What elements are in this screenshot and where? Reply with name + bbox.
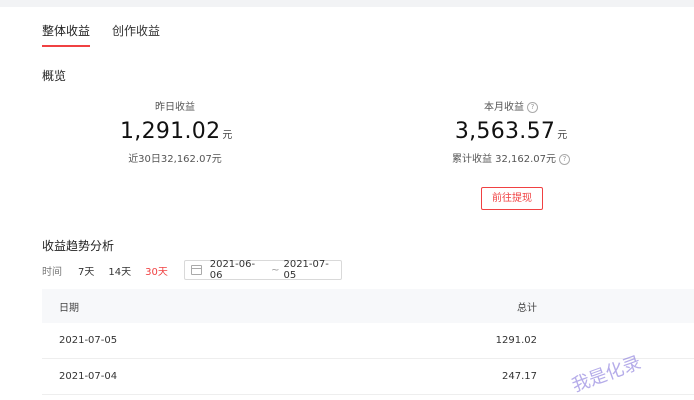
overview-title: 概览	[42, 69, 67, 83]
yesterday-revenue-label: 昨日收益	[155, 102, 195, 113]
column-header-total: 总计	[517, 302, 537, 314]
withdraw-button[interactable]: 前往提现	[481, 187, 543, 210]
row-total: 247.17	[502, 371, 537, 382]
range-14-days[interactable]: 14天	[108, 263, 131, 278]
table-header: 日期 总计	[42, 289, 694, 323]
row-date: 2021-07-05	[59, 335, 118, 346]
trend-analysis-title: 收益趋势分析	[42, 239, 115, 253]
cumulative-revenue: 累计收益 32,162.07元	[451, 154, 557, 165]
time-filter: 时间 7天 14天 30天 2021-06-06 ~ 2021-07-05	[42, 259, 342, 281]
range-7-days[interactable]: 7天	[78, 263, 94, 278]
question-circle-icon[interactable]: ?	[527, 102, 538, 113]
tab-overall-revenue[interactable]: 整体收益	[42, 22, 91, 47]
month-revenue-label: 本月收益	[484, 102, 524, 113]
question-circle-icon[interactable]: ?	[559, 154, 571, 165]
month-revenue-unit: 元	[557, 130, 568, 141]
date-start: 2021-06-06	[209, 259, 256, 281]
top-bar	[0, 0, 694, 7]
revenue-tabs: 整体收益 创作收益	[42, 22, 160, 47]
row-total: 1291.02	[495, 335, 537, 346]
yesterday-revenue-card: 昨日收益 1,291.02 元 近30日32,162.07元	[120, 98, 233, 165]
tab-creation-revenue[interactable]: 创作收益	[112, 22, 160, 45]
range-30-days[interactable]: 30天	[145, 263, 168, 278]
month-revenue-card: 本月收益? 3,563.57 元 累计收益 32,162.07元?	[446, 98, 576, 165]
column-header-date: 日期	[59, 302, 79, 314]
last-30-days-revenue: 近30日32,162.07元	[128, 154, 222, 165]
row-date: 2021-07-04	[59, 371, 118, 382]
date-end: 2021-07-05	[283, 259, 329, 281]
calendar-icon	[190, 265, 202, 275]
time-label: 时间	[42, 266, 62, 278]
yesterday-revenue-value: 1,291.02	[120, 119, 221, 144]
date-range-picker[interactable]: 2021-06-06 ~ 2021-07-05	[183, 259, 342, 281]
date-separator: ~	[271, 264, 280, 276]
yesterday-revenue-unit: 元	[222, 130, 233, 141]
month-revenue-value: 3,563.57	[454, 119, 556, 144]
table-row: 2021-07-05 1291.02	[42, 323, 694, 359]
